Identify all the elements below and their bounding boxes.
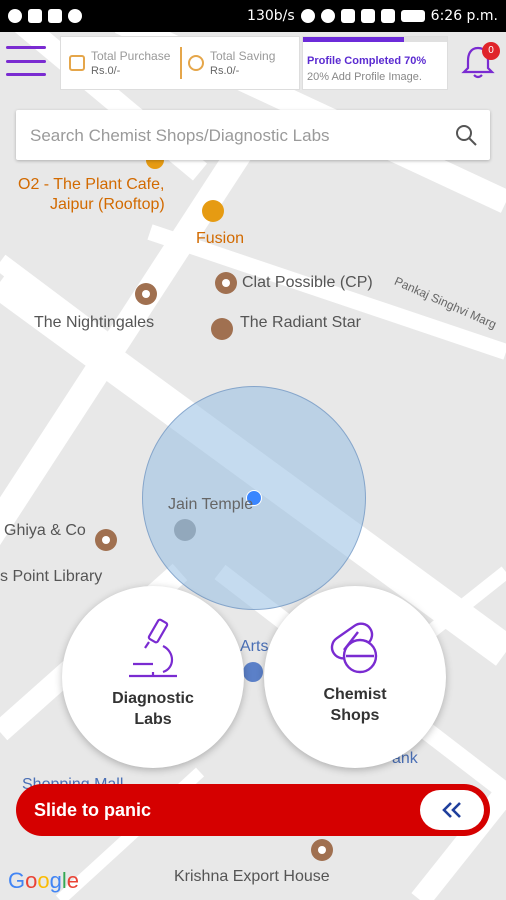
place-fusion[interactable]: Fusion xyxy=(196,230,244,248)
shop-icon xyxy=(69,55,85,71)
place-jain-temple[interactable]: Jain Temple xyxy=(168,496,253,514)
status-bar: 130b/s 6:26 p.m. xyxy=(0,0,506,32)
place-o2-cafe-line2[interactable]: Jaipur (Rooftop) xyxy=(50,196,165,214)
place-ghiya[interactable]: Ghiya & Co xyxy=(4,522,86,540)
signal-icon xyxy=(360,9,375,23)
diagnostic-label-line2: Labs xyxy=(134,711,172,728)
place-nightingales[interactable]: The Nightingales xyxy=(34,314,154,332)
profile-completed-text: Profile Completed 70% xyxy=(307,55,427,67)
whatsapp-icon xyxy=(8,9,22,23)
total-purchase-value: Rs.0/- xyxy=(91,65,121,77)
profile-hint-text: 20% Add Profile Image. xyxy=(307,71,422,83)
panic-slider-handle[interactable] xyxy=(420,790,484,830)
status-left-icons xyxy=(8,9,82,23)
search-bar xyxy=(16,110,490,162)
menu-line xyxy=(6,59,46,63)
total-saving-value: Rs.0/- xyxy=(210,65,240,77)
search-icon[interactable] xyxy=(454,123,478,147)
chemist-shops-button[interactable]: Chemist Shops xyxy=(264,586,446,768)
notification-button[interactable]: 0 xyxy=(458,42,500,82)
place-o2-cafe[interactable]: O2 - The Plant Cafe, xyxy=(18,176,164,194)
stats-card: Total Purchase Rs.0/- Total Saving Rs.0/… xyxy=(60,36,300,90)
panic-slider[interactable]: Slide to panic xyxy=(16,784,490,836)
profile-progress-fill xyxy=(303,37,404,42)
diagnostic-labs-label: Diagnostic Labs xyxy=(93,688,213,730)
microscope-icon xyxy=(129,618,177,678)
diagnostic-labs-button[interactable]: Diagnostic Labs xyxy=(62,586,244,768)
location-icon xyxy=(300,9,315,23)
status-right: 130b/s 6:26 p.m. xyxy=(247,8,498,24)
total-purchase: Total Purchase Rs.0/- xyxy=(61,37,180,89)
place-arts[interactable]: Arts xyxy=(240,638,268,656)
chemist-label-line1: Chemist xyxy=(323,686,387,703)
chemist-shops-label: Chemist Shops xyxy=(295,684,415,726)
profile-progress-bar xyxy=(303,37,447,42)
total-saving: Total Saving Rs.0/- xyxy=(180,37,299,89)
diagnostic-label-line1: Diagnostic xyxy=(112,690,194,707)
alarm-icon xyxy=(320,9,335,23)
total-saving-label: Total Saving xyxy=(210,49,276,63)
google-logo: Google xyxy=(8,868,80,893)
place-library[interactable]: s Point Library xyxy=(0,568,102,586)
mail-icon xyxy=(28,9,42,23)
notification-badge: 0 xyxy=(482,42,500,60)
wifi-icon xyxy=(340,9,355,23)
hd-signal-icon xyxy=(380,9,395,23)
place-clat-possible[interactable]: Clat Possible (CP) xyxy=(242,274,373,292)
profile-completion-card[interactable]: Profile Completed 70% 20% Add Profile Im… xyxy=(302,36,448,90)
hamburger-menu-button[interactable] xyxy=(6,46,46,76)
place-radiant-star[interactable]: The Radiant Star xyxy=(240,314,361,332)
menu-line xyxy=(6,73,46,76)
map-view[interactable]: O2 - The Plant Cafe, Jaipur (Rooftop) Fu… xyxy=(0,32,506,900)
double-chevron-left-icon xyxy=(442,802,461,818)
app-header: Total Purchase Rs.0/- Total Saving Rs.0/… xyxy=(0,32,506,90)
menu-line xyxy=(6,46,46,49)
chemist-label-line2: Shops xyxy=(330,707,380,724)
network-speed: 130b/s xyxy=(247,8,295,24)
search-input[interactable] xyxy=(28,110,452,162)
pills-icon xyxy=(330,622,378,674)
image-icon xyxy=(48,9,62,23)
clock: 6:26 p.m. xyxy=(430,8,498,24)
panic-label: Slide to panic xyxy=(34,800,152,820)
total-purchase-label: Total Purchase xyxy=(91,49,171,63)
place-krishna-export[interactable]: Krishna Export House xyxy=(174,868,330,886)
block-icon xyxy=(68,9,82,23)
battery-icon xyxy=(400,10,425,22)
savings-icon xyxy=(188,55,204,71)
